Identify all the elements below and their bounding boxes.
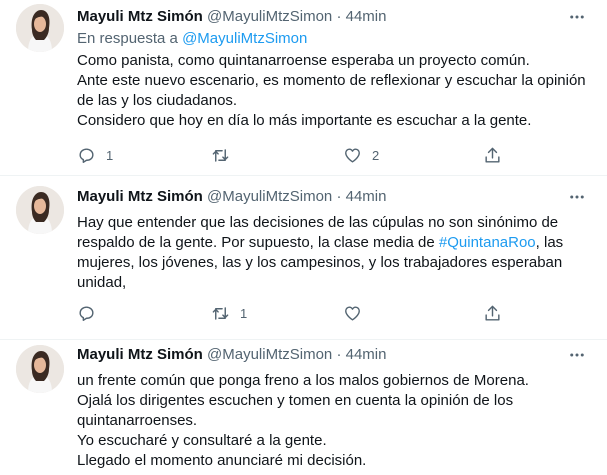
avatar-image — [16, 345, 64, 393]
tweet[interactable]: Mayuli Mtz Simón @MayuliMtzSimon · 44min… — [0, 0, 607, 175]
retweet-count: 1 — [240, 305, 248, 321]
hashtag-link[interactable]: #QuintanaRoo — [439, 234, 536, 251]
reply-icon — [79, 305, 94, 321]
author-handle[interactable]: @MayuliMtzSimon — [207, 346, 332, 363]
author-name[interactable]: Mayuli Mtz Simón — [77, 188, 203, 205]
like-button[interactable] — [343, 303, 372, 323]
tweet-line: unidad, — [77, 274, 127, 291]
timestamp[interactable]: 44min — [346, 8, 387, 25]
tweet-line-text: , las — [535, 234, 564, 251]
tweet-line: Como panista, como quintanarroense esper… — [77, 52, 530, 69]
author-name[interactable]: Mayuli Mtz Simón — [77, 346, 203, 363]
tweet-header: Mayuli Mtz Simón @MayuliMtzSimon · 44min — [77, 7, 593, 27]
tweet-text: un frente común que ponga freno a los ma… — [77, 371, 593, 471]
avatar-image — [16, 4, 64, 52]
tweet-header: Mayuli Mtz Simón @MayuliMtzSimon · 44min — [77, 187, 593, 207]
tweet-line: Llegado el momento anunciaré mi decisión… — [77, 452, 367, 469]
author-handle[interactable]: @MayuliMtzSimon — [207, 8, 332, 25]
like-count: 2 — [372, 147, 380, 163]
timestamp[interactable]: 44min — [346, 188, 387, 205]
tweet-actions: 1 — [77, 303, 517, 323]
timestamp[interactable]: 44min — [346, 346, 387, 363]
reply-prefix: En respuesta a — [77, 30, 178, 47]
heart-icon — [345, 147, 360, 163]
separator-dot: · — [336, 8, 342, 25]
tweet-line: un frente común que ponga freno a los ma… — [77, 372, 529, 389]
author-name[interactable]: Mayuli Mtz Simón — [77, 8, 203, 25]
avatar[interactable] — [16, 345, 64, 393]
tweet-text: Como panista, como quintanarroense esper… — [77, 51, 593, 131]
tweet[interactable]: Mayuli Mtz Simón @MayuliMtzSimon · 44min… — [0, 340, 607, 475]
tweet-line: Considero que hoy en día lo más importan… — [77, 112, 532, 129]
avatar-image — [16, 186, 64, 234]
like-button[interactable]: 2 — [343, 145, 379, 165]
share-icon — [485, 305, 500, 321]
tweet-line: Hay que entender que las decisiones de l… — [77, 214, 559, 231]
reply-icon — [79, 147, 94, 163]
retweet-button[interactable]: 1 — [211, 303, 247, 323]
tweet-line: mujeres, los jóvenes, las y los campesin… — [77, 254, 563, 271]
share-icon — [485, 147, 500, 163]
retweet-button[interactable] — [211, 145, 240, 165]
reply-context: En respuesta a @MayuliMtzSimon — [77, 29, 593, 49]
tweet-actions: 1 2 — [77, 145, 517, 165]
reply-mention-link[interactable]: @MayuliMtzSimon — [182, 30, 307, 47]
avatar[interactable] — [16, 186, 64, 234]
tweet-header: Mayuli Mtz Simón @MayuliMtzSimon · 44min — [77, 345, 593, 365]
reply-button[interactable] — [77, 303, 106, 323]
tweet-line: quintanarroenses. — [77, 412, 198, 429]
tweet[interactable]: Mayuli Mtz Simón @MayuliMtzSimon · 44min… — [0, 176, 607, 339]
tweet-line-text: respaldo de la gente. Por supuesto, la c… — [77, 234, 439, 251]
more-icon[interactable] — [567, 7, 587, 27]
more-icon[interactable] — [567, 345, 587, 365]
tweet-line: Ante este nuevo escenario, es momento de… — [77, 72, 586, 89]
share-button[interactable] — [483, 145, 502, 165]
more-icon[interactable] — [567, 187, 587, 207]
tweet-line-with-hashtag: respaldo de la gente. Por supuesto, la c… — [77, 233, 593, 253]
author-handle[interactable]: @MayuliMtzSimon — [207, 188, 332, 205]
share-button[interactable] — [483, 303, 502, 323]
separator-dot: · — [336, 188, 342, 205]
tweet-line: de las y los ciudadanos. — [77, 92, 238, 109]
separator-dot: · — [336, 346, 342, 363]
tweet-line: Yo escucharé y consultaré a la gente. — [77, 432, 327, 449]
tweet-text: Hay que entender que las decisiones de l… — [77, 213, 593, 293]
reply-button[interactable]: 1 — [77, 145, 113, 165]
avatar[interactable] — [16, 4, 64, 52]
retweet-icon — [212, 306, 229, 320]
retweet-icon — [212, 148, 229, 162]
heart-icon — [345, 305, 360, 321]
reply-count: 1 — [106, 147, 114, 163]
tweet-line: Ojalá los dirigentes escuchen y tomen en… — [77, 392, 514, 409]
